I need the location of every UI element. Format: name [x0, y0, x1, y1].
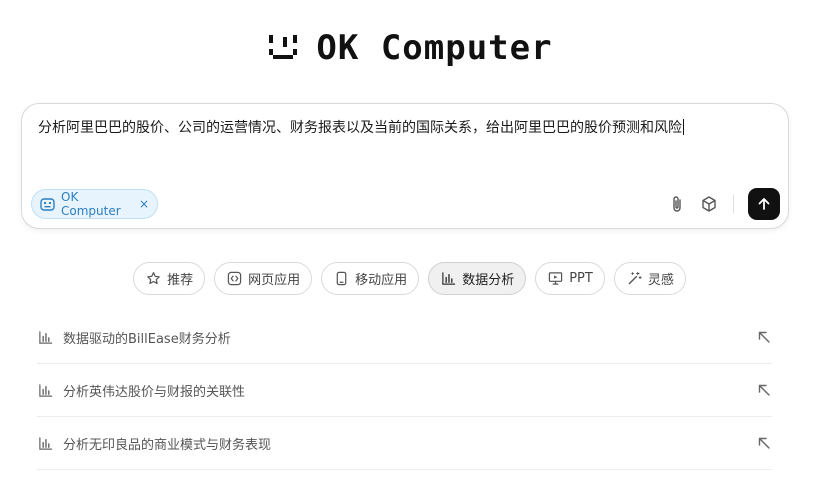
- category-label: 网页应用: [248, 273, 301, 288]
- category-label: 移动应用: [355, 273, 408, 288]
- mode-chip-label: OK Computer: [61, 190, 121, 218]
- suggestion-item[interactable]: 分析无印良品的商业模式与财务表现: [37, 417, 772, 470]
- prompt-text: 分析阿里巴巴的股价、公司的运营情况、财务报表以及当前的国际关系，给出阿里巴巴的股…: [38, 120, 682, 136]
- arrow-up-left-icon[interactable]: [756, 329, 772, 345]
- category-ppt[interactable]: PPT: [535, 262, 605, 295]
- text-caret: [683, 119, 684, 135]
- smiley-logo-icon: [266, 33, 300, 63]
- star-icon: [147, 272, 160, 285]
- mode-chip[interactable]: OK Computer ×: [31, 189, 158, 219]
- category-data-analysis[interactable]: 数据分析: [428, 262, 527, 295]
- suggestion-list: 数据驱动的BillEase财务分析 分析英伟达股价与财报的关联性 分析无印良品的…: [37, 311, 772, 470]
- suggestion-item[interactable]: 分析英伟达股价与财报的关联性: [37, 364, 772, 417]
- mobile-icon: [336, 271, 347, 286]
- category-mobile-app[interactable]: 移动应用: [321, 262, 420, 295]
- suggestion-text: 分析无印良品的商业模式与财务表现: [63, 437, 272, 453]
- bar-chart-icon: [39, 330, 53, 344]
- arrow-up-icon: [758, 198, 770, 210]
- category-label: 推荐: [167, 273, 194, 288]
- prompt-input-card[interactable]: 分析阿里巴巴的股价、公司的运营情况、财务报表以及当前的国际关系，给出阿里巴巴的股…: [21, 103, 789, 229]
- suggestion-item[interactable]: 数据驱动的BillEase财务分析: [37, 311, 772, 364]
- arrow-up-left-icon[interactable]: [756, 435, 772, 451]
- bar-chart-icon: [39, 436, 53, 450]
- cube-icon[interactable]: [698, 193, 720, 215]
- suggestion-text: 数据驱动的BillEase财务分析: [63, 331, 231, 347]
- category-label: PPT: [569, 271, 593, 286]
- prompt-input[interactable]: 分析阿里巴巴的股价、公司的运营情况、财务报表以及当前的国际关系，给出阿里巴巴的股…: [38, 118, 758, 138]
- bar-chart-icon: [442, 272, 456, 285]
- category-label: 数据分析: [462, 273, 515, 288]
- magic-wand-icon: [628, 271, 642, 285]
- robot-icon: [40, 197, 55, 212]
- suggestion-text: 分析英伟达股价与财报的关联性: [63, 384, 246, 400]
- category-pills: 推荐 网页应用 移动应用 数据分析 PPT 灵感: [0, 262, 819, 295]
- page: OK Computer 分析阿里巴巴的股价、公司的运营情况、财务报表以及当前的国…: [0, 0, 819, 478]
- toolbar-divider: [733, 195, 734, 213]
- bar-chart-icon: [39, 383, 53, 397]
- code-icon: [227, 271, 242, 286]
- category-inspiration[interactable]: 灵感: [613, 262, 686, 295]
- category-label: 灵感: [647, 273, 674, 288]
- logo-text: OK Computer: [316, 28, 553, 68]
- chip-close-icon[interactable]: ×: [139, 197, 149, 211]
- app-logo: OK Computer: [0, 28, 819, 68]
- presentation-icon: [549, 272, 563, 285]
- category-recommend[interactable]: 推荐: [133, 262, 206, 295]
- send-button[interactable]: [748, 188, 780, 220]
- arrow-up-left-icon[interactable]: [756, 382, 772, 398]
- attach-icon[interactable]: [666, 193, 688, 215]
- category-web-app[interactable]: 网页应用: [214, 262, 313, 295]
